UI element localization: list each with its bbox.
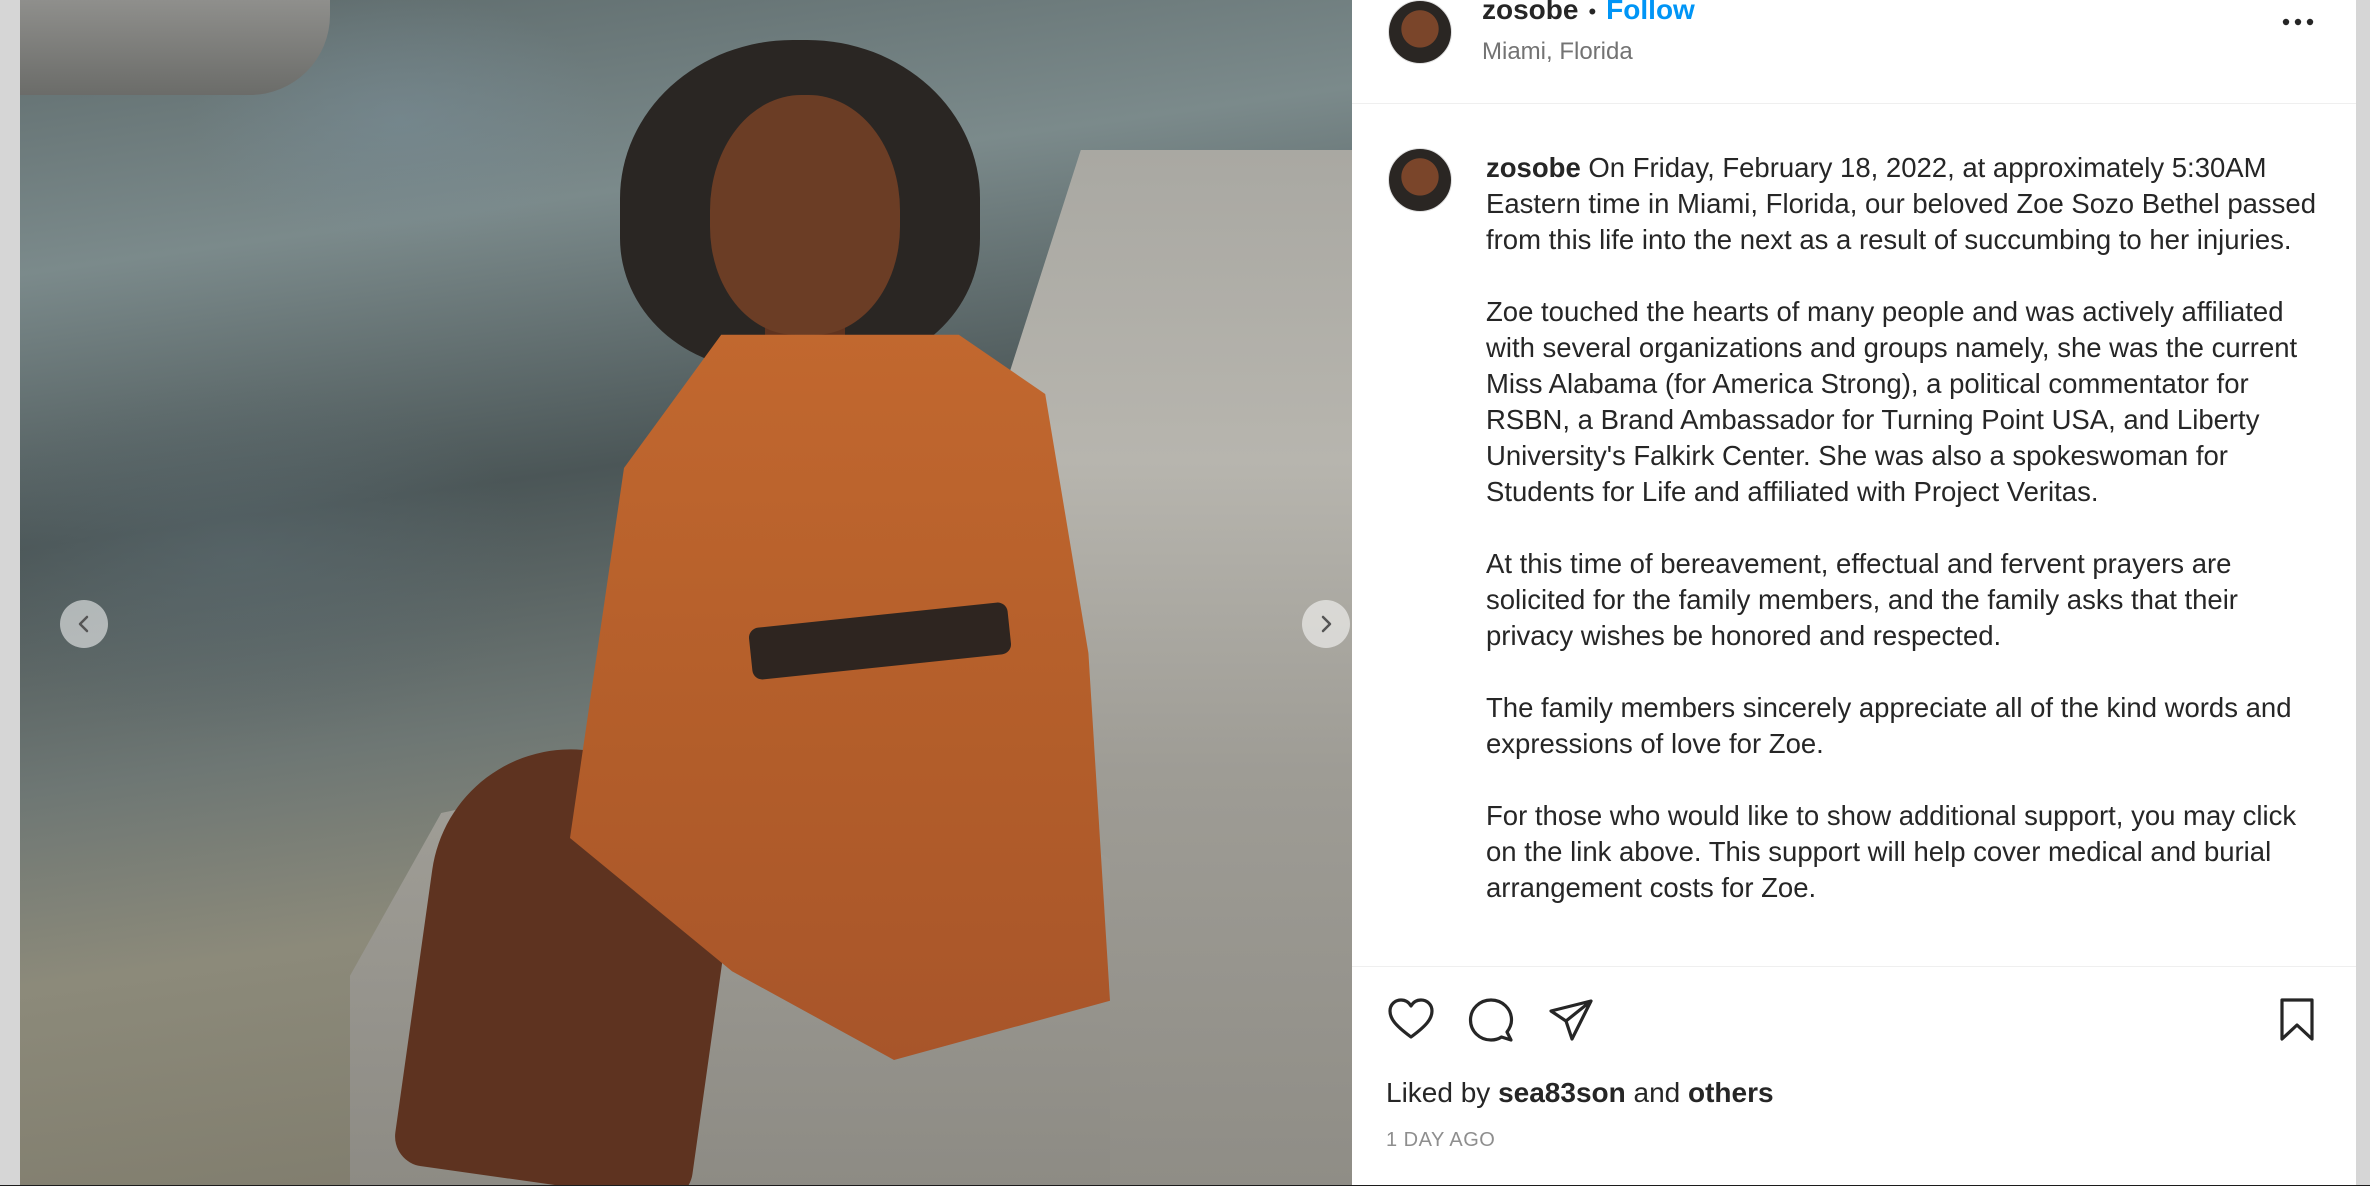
likes-prefix: Liked by — [1386, 1077, 1491, 1108]
heart-icon — [1388, 998, 1434, 1039]
caption-paragraph: Zoe touched the hearts of many people an… — [1486, 296, 2298, 507]
post-side-panel: zosobe • Follow Miami, Florida zosobe On F… — [1352, 0, 2356, 1185]
likes-others-link[interactable]: others — [1688, 1077, 1774, 1108]
carousel-next-button[interactable] — [1302, 600, 1350, 648]
comment-button[interactable] — [1466, 995, 1516, 1045]
share-button[interactable] — [1546, 995, 1596, 1045]
paper-plane-icon — [1549, 999, 1593, 1041]
caption-avatar[interactable] — [1388, 148, 1452, 212]
username-link[interactable]: zosobe — [1482, 0, 1578, 25]
chevron-right-icon — [1321, 615, 1332, 633]
caption-username-link[interactable]: zosobe — [1486, 152, 1581, 183]
avatar[interactable] — [1388, 0, 1452, 64]
post-caption: zosobe On Friday, February 18, 2022, at … — [1486, 150, 2328, 942]
header-user-line: zosobe • Follow — [1482, 0, 1695, 26]
like-button[interactable] — [1386, 995, 1436, 1045]
location-link[interactable]: Miami, Florida — [1482, 38, 1633, 66]
post-photo[interactable] — [20, 0, 1352, 1185]
carousel-prev-button[interactable] — [60, 600, 108, 648]
post-actions: Liked by sea83son and others 1 DAY AGO — [1352, 966, 2356, 1186]
caption-paragraph: At this time of bereavement, effectual a… — [1486, 548, 2238, 651]
follow-button[interactable]: Follow — [1606, 0, 1695, 25]
post-timestamp[interactable]: 1 DAY AGO — [1386, 1129, 1495, 1152]
window-edge-left — [0, 0, 20, 1185]
bookmark-icon — [2280, 998, 2314, 1041]
caption-scroll-area[interactable]: zosobe On Friday, February 18, 2022, at … — [1352, 104, 2356, 966]
comment-icon — [1468, 998, 1514, 1042]
likes-summary: Liked by sea83son and others — [1386, 1077, 1774, 1109]
post-header: zosobe • Follow Miami, Florida — [1352, 0, 2356, 104]
more-options-button[interactable] — [2278, 10, 2318, 34]
caption-paragraph: zosobe On Friday, February 18, 2022, at … — [1486, 150, 2328, 258]
chevron-left-icon — [78, 615, 89, 633]
more-options-icon — [2282, 18, 2314, 26]
window-edge-right — [2356, 0, 2370, 1185]
caption-paragraph: For those who would like to show additio… — [1486, 800, 2297, 903]
caption-text: On Friday, February 18, 2022, at approxi… — [1486, 152, 2316, 255]
liked-by-user-link[interactable]: sea83son — [1498, 1077, 1626, 1108]
save-button[interactable] — [2272, 995, 2322, 1045]
photo-rock — [20, 0, 330, 95]
caption-paragraph: The family members sincerely appreciate … — [1486, 692, 2292, 759]
photo-subject-face — [710, 95, 900, 335]
separator-dot: • — [1588, 0, 1597, 24]
likes-joiner: and — [1633, 1077, 1681, 1108]
